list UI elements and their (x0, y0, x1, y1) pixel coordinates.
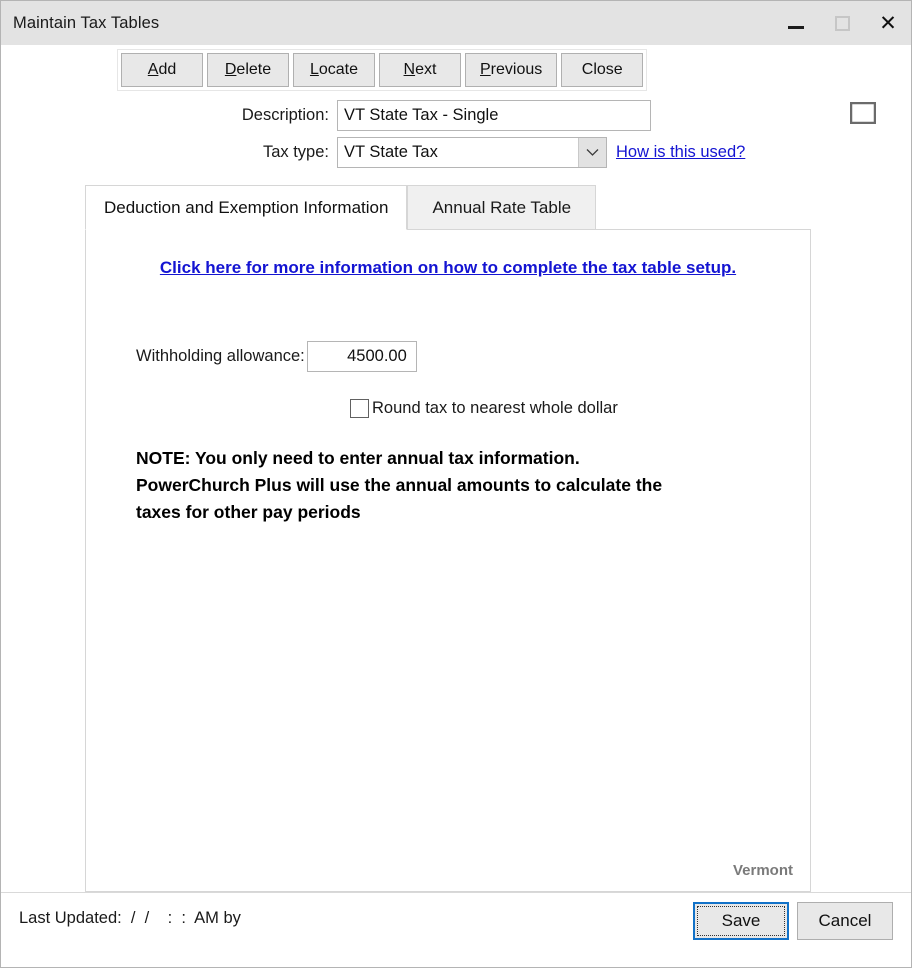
tab-strip: Deduction and Exemption Information Annu… (85, 185, 811, 230)
note-text: NOTE: You only need to enter annual tax … (136, 448, 663, 522)
previous-button-mnemonic: P (480, 61, 491, 78)
tax-type-label: Tax type: (262, 143, 329, 161)
add-button-label: dd (158, 61, 177, 78)
tax-type-selected-value: VT State Tax (344, 143, 438, 161)
round-tax-row: Round tax to nearest whole dollar (86, 399, 810, 418)
tab-container: Deduction and Exemption Information Annu… (85, 185, 811, 892)
last-updated-text: Last Updated: / / : : AM by (19, 909, 241, 927)
state-label: Vermont (732, 862, 793, 879)
add-button[interactable]: Add (121, 53, 203, 87)
caption-buttons: ✕ (773, 1, 911, 45)
tab-panel-deduction-and-exemption-information: Click here for more information on how t… (85, 229, 811, 892)
previous-button-label: revious (490, 61, 543, 78)
withholding-allowance-label: Withholding allowance: (136, 347, 305, 365)
titlebar: Maintain Tax Tables ✕ (1, 1, 911, 45)
tax-table-setup-info-link[interactable]: Click here for more information on how t… (86, 258, 810, 278)
locate-button[interactable]: Locate (293, 53, 375, 87)
footer-action-buttons: Save Cancel (693, 902, 893, 940)
minimize-icon (788, 25, 804, 29)
next-button-label: ext (415, 61, 437, 78)
record-navigation-button-group: Add Delete Locate Next Previous Close (117, 49, 648, 91)
maximize-icon (834, 15, 850, 31)
maximize-button[interactable] (819, 1, 865, 45)
close-button[interactable]: ✕ (865, 1, 911, 45)
previous-button[interactable]: Previous (465, 53, 558, 87)
window-title: Maintain Tax Tables (13, 13, 160, 32)
how-is-this-used-link[interactable]: How is this used? (616, 143, 745, 162)
withholding-allowance-row: Withholding allowance: (86, 341, 810, 372)
tax-type-select[interactable]: VT State Tax (337, 137, 607, 168)
close-toolbar-button[interactable]: Close (561, 53, 644, 87)
delete-button[interactable]: Delete (207, 53, 289, 87)
delete-button-mnemonic: D (224, 61, 237, 78)
withholding-allowance-input[interactable] (306, 341, 417, 372)
next-button[interactable]: Next (379, 53, 461, 87)
tab-annual-rate-table[interactable]: Annual Rate Table (407, 185, 597, 230)
locate-button-label: ocate (318, 61, 359, 78)
save-button-label: Save (721, 911, 761, 930)
description-input[interactable] (337, 100, 651, 131)
footer-bar: Last Updated: / / : : AM by Save Cancel (1, 892, 911, 967)
description-label: Description: (241, 106, 329, 124)
chevron-down-icon[interactable] (578, 138, 606, 167)
cancel-button-label: Cancel (818, 911, 872, 930)
cancel-button[interactable]: Cancel (797, 902, 893, 940)
close-icon: ✕ (879, 10, 897, 35)
minimize-button[interactable] (773, 1, 819, 45)
tax-type-row: Tax type: VT State Tax How is this used? (1, 137, 745, 168)
delete-button-label: elete (236, 61, 272, 78)
tab-deduction-and-exemption-information[interactable]: Deduction and Exemption Information (85, 185, 408, 230)
add-button-mnemonic: A (147, 61, 159, 78)
round-tax-checkbox-label: Round tax to nearest whole dollar (372, 399, 618, 417)
save-button[interactable]: Save (693, 902, 789, 940)
header-form: Description: Tax type: VT State Tax How … (1, 100, 911, 175)
locate-button-mnemonic: L (309, 61, 319, 78)
toolbar: Add Delete Locate Next Previous Close (1, 45, 911, 125)
round-tax-checkbox[interactable] (350, 399, 369, 418)
close-toolbar-button-label: Close (581, 61, 623, 78)
maintain-tax-tables-window: Maintain Tax Tables ✕ Add Delete Locate (0, 0, 912, 968)
next-button-mnemonic: N (403, 61, 416, 78)
description-row: Description: (1, 100, 651, 131)
